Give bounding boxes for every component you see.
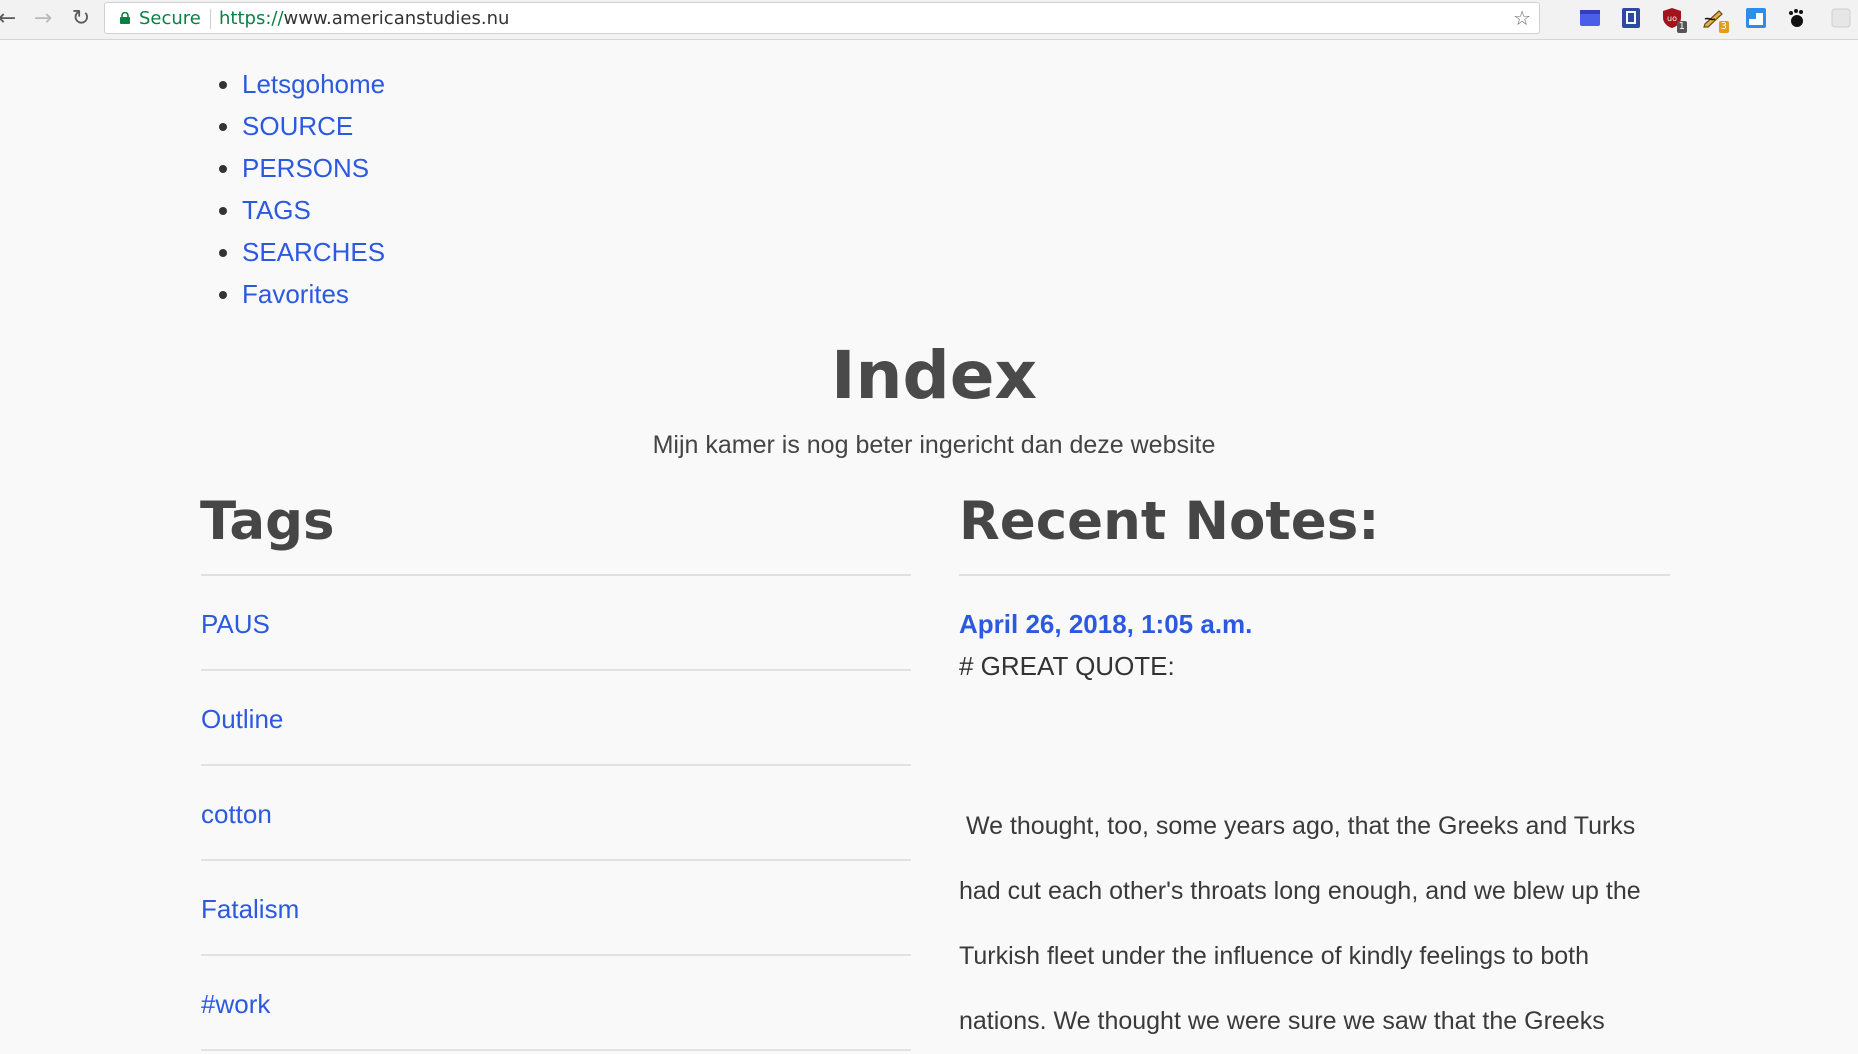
- note-date-link[interactable]: April 26, 2018, 1:05 a.m.: [959, 606, 1252, 642]
- back-arrow-icon[interactable]: ←: [0, 6, 20, 32]
- tag-list-item: PAUS: [201, 576, 911, 671]
- url-scheme: https://: [219, 8, 284, 29]
- nav-item-source: SOURCE: [242, 105, 385, 147]
- note-heading: # GREAT QUOTE:: [959, 651, 1175, 681]
- tag-link[interactable]: PAUS: [201, 576, 911, 640]
- bookmark-star-icon[interactable]: ☆: [1513, 6, 1531, 30]
- browser-toolbar: ← → ↻ Secure https://www.americanstudies…: [0, 0, 1858, 40]
- url-host: www.americanstudies.nu: [283, 8, 510, 29]
- address-bar[interactable]: Secure https://www.americanstudies.nu ☆: [104, 2, 1540, 34]
- gnome-foot-icon[interactable]: [1786, 7, 1808, 29]
- tag-link[interactable]: cotton: [201, 766, 911, 830]
- nav-item-searches: SEARCHES: [242, 231, 385, 273]
- notes-divider: [959, 574, 1670, 576]
- puzzle-icon[interactable]: [1830, 7, 1852, 29]
- pencil-icon[interactable]: 3: [1703, 7, 1729, 33]
- nav-link-letsgohome[interactable]: Letsgohome: [242, 69, 385, 99]
- url-text[interactable]: https://www.americanstudies.nu: [219, 8, 509, 29]
- tag-list: PAUS Outline cotton Fatalism #work: [201, 576, 911, 1051]
- nav-link-searches[interactable]: SEARCHES: [242, 237, 385, 267]
- recent-notes-heading: Recent Notes:: [959, 491, 1380, 552]
- nav-item-tags: TAGS: [242, 189, 385, 231]
- tag-link[interactable]: Outline: [201, 671, 911, 735]
- lock-icon: [120, 12, 130, 24]
- forward-arrow-icon[interactable]: →: [30, 6, 56, 32]
- extension-badge: 3: [1718, 21, 1729, 33]
- tag-list-item: #work: [201, 956, 911, 1051]
- main-nav: Letsgohome SOURCE PERSONS TAGS SEARCHES …: [196, 63, 385, 315]
- page-subtitle: Mijn kamer is nog beter ingericht dan de…: [652, 431, 1216, 459]
- nav-link-favorites[interactable]: Favorites: [242, 279, 349, 309]
- nav-link-persons[interactable]: PERSONS: [242, 153, 369, 183]
- tag-link[interactable]: #work: [201, 956, 911, 1020]
- nav-item-persons: PERSONS: [242, 147, 385, 189]
- tag-list-item: Fatalism: [201, 861, 911, 956]
- nav-link-tags[interactable]: TAGS: [242, 195, 311, 225]
- tag-list-item: Outline: [201, 671, 911, 766]
- note-body: We thought, too, some years ago, that th…: [959, 812, 1641, 1035]
- tag-link[interactable]: Fatalism: [201, 861, 911, 925]
- secure-label: Secure: [139, 8, 201, 29]
- reload-icon[interactable]: ↻: [68, 6, 94, 32]
- tags-heading: Tags: [200, 491, 335, 552]
- tag-list-item: cotton: [201, 766, 911, 861]
- omnibox-divider: [210, 9, 211, 29]
- page-title: Index: [830, 337, 1038, 414]
- svg-text:uo: uo: [1667, 14, 1677, 23]
- shield-icon[interactable]: uo 1: [1661, 7, 1687, 33]
- book-icon[interactable]: [1620, 7, 1642, 29]
- extension-badge: 1: [1676, 21, 1687, 33]
- nav-item-favorites: Favorites: [242, 273, 385, 315]
- nav-item-letsgohome: Letsgohome: [242, 63, 385, 105]
- window-icon[interactable]: [1745, 7, 1767, 29]
- blue-square-icon[interactable]: [1579, 7, 1601, 29]
- nav-link-source[interactable]: SOURCE: [242, 111, 353, 141]
